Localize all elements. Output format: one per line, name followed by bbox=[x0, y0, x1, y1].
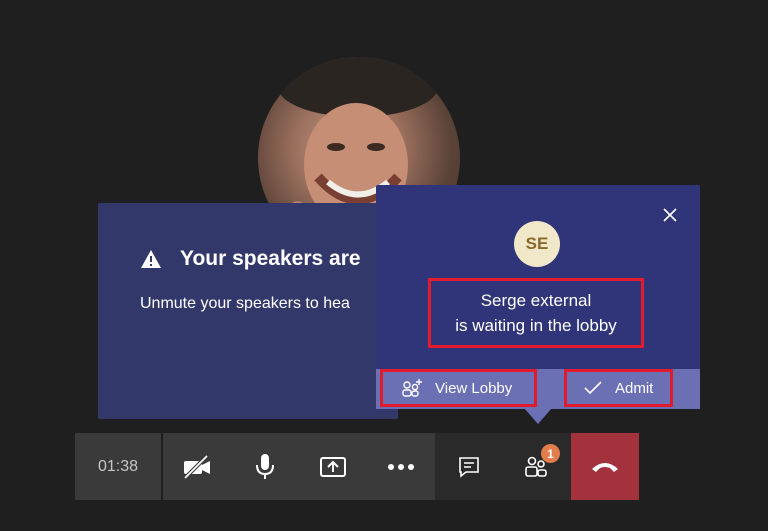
admit-button[interactable]: Admit bbox=[564, 369, 673, 407]
lobby-notification-popup: SE Serge external is waiting in the lobb… bbox=[376, 185, 700, 409]
share-screen-button[interactable] bbox=[299, 433, 367, 500]
view-lobby-button[interactable]: View Lobby bbox=[380, 369, 537, 407]
call-control-bar: 01:38 1 bbox=[75, 433, 639, 500]
checkmark-icon bbox=[584, 381, 602, 395]
close-icon[interactable] bbox=[660, 205, 680, 225]
microphone-button[interactable] bbox=[231, 433, 299, 500]
lobby-user-avatar: SE bbox=[514, 221, 560, 267]
popup-pointer bbox=[524, 408, 552, 424]
participants-count-badge: 1 bbox=[541, 444, 560, 463]
microphone-icon bbox=[256, 453, 274, 479]
speaker-notice-body: Unmute your speakers to hea bbox=[140, 295, 350, 312]
camera-toggle-button[interactable] bbox=[163, 433, 231, 500]
view-lobby-label: View Lobby bbox=[435, 379, 513, 397]
speaker-notice-header: Your speakers are bbox=[140, 247, 361, 271]
warning-icon bbox=[141, 250, 161, 268]
hang-up-icon bbox=[592, 462, 618, 472]
call-timer: 01:38 bbox=[75, 433, 163, 500]
camera-off-icon bbox=[183, 454, 210, 479]
speaker-notice-title: Your speakers are bbox=[180, 247, 361, 270]
chat-icon bbox=[459, 456, 479, 478]
meeting-controls: 1 bbox=[435, 433, 571, 500]
speakers-muted-notice: Your speakers are Unmute your speakers t… bbox=[98, 203, 398, 419]
media-controls bbox=[163, 433, 435, 500]
more-actions-button[interactable] bbox=[367, 433, 435, 500]
admit-label: Admit bbox=[615, 379, 654, 397]
lobby-message-line2: is waiting in the lobby bbox=[455, 316, 617, 335]
lobby-action-bar: View Lobby Admit bbox=[376, 369, 700, 409]
chat-button[interactable] bbox=[435, 433, 503, 500]
participants-button[interactable]: 1 bbox=[503, 433, 571, 500]
people-add-icon bbox=[402, 379, 422, 397]
more-options-icon bbox=[388, 463, 414, 470]
share-screen-icon bbox=[320, 456, 346, 477]
hang-up-button[interactable] bbox=[571, 433, 639, 500]
lobby-message-line1: Serge external bbox=[480, 291, 592, 310]
lobby-message: Serge external is waiting in the lobby bbox=[428, 278, 644, 348]
